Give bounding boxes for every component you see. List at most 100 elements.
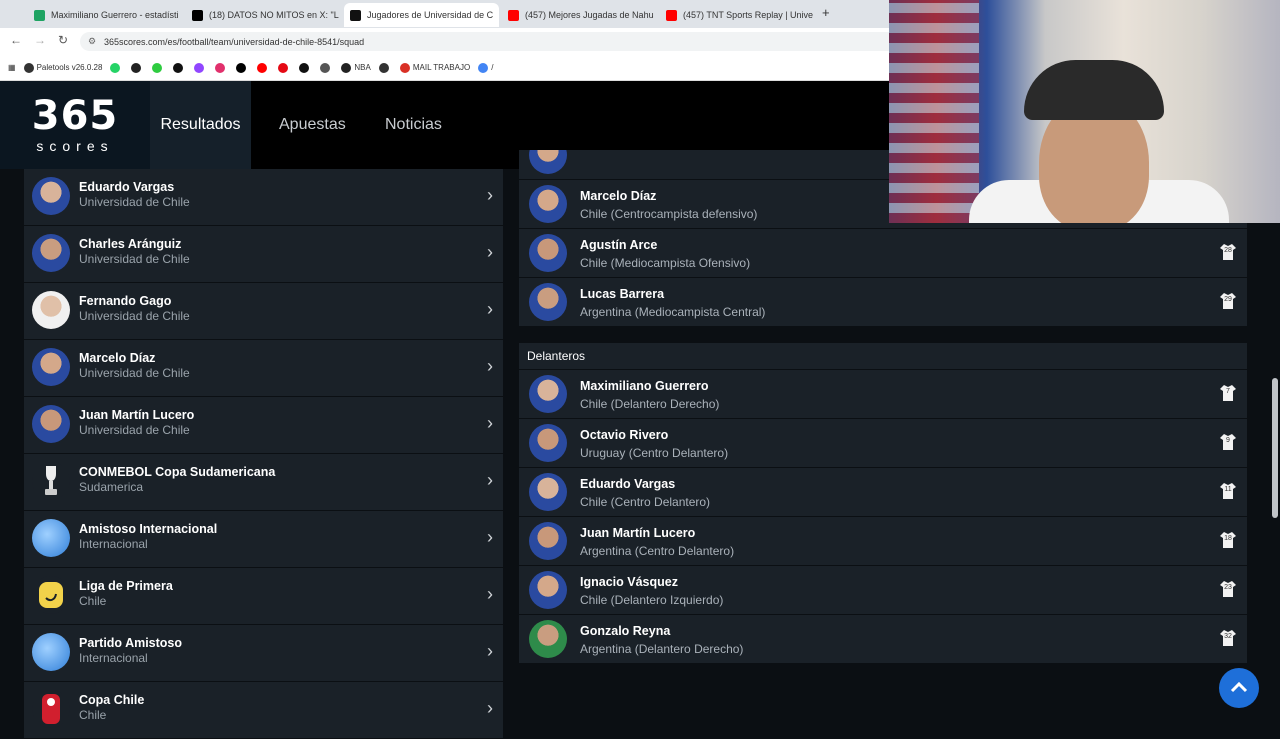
back-icon[interactable]: ← xyxy=(10,33,22,47)
list-item[interactable]: Copa Chile Chile › xyxy=(24,682,503,739)
player-avatar xyxy=(529,150,567,174)
browser-tab[interactable]: Maximiliano Guerrero - estadísti✕ xyxy=(28,3,183,27)
whatsapp-icon[interactable] xyxy=(110,62,123,73)
chevron-right-icon: › xyxy=(487,584,493,604)
bookmark-paletools[interactable]: Paletools v26.0.28 xyxy=(23,62,102,73)
list-item[interactable]: Eduardo Vargas Universidad de Chile › xyxy=(24,169,503,226)
divider xyxy=(519,327,1247,343)
section-title: Delanteros xyxy=(519,343,1247,370)
chevron-right-icon: › xyxy=(487,527,493,547)
shirt-number-icon: 7 xyxy=(1219,384,1237,402)
browser-tab[interactable]: (18) DATOS NO MITOS en X: "L✕ xyxy=(186,3,341,27)
browser-tab[interactable]: (457) TNT Sports Replay | Unive✕ xyxy=(660,3,815,27)
url-input[interactable]: 365scores.com/es/football/team/universid… xyxy=(80,32,900,51)
shirt-number-icon: 23 xyxy=(1219,580,1237,598)
bookmark-icon[interactable] xyxy=(131,62,144,73)
table-row[interactable]: Maximiliano Guerrero Chile (Delantero Der… xyxy=(519,370,1247,419)
copa-chile-icon xyxy=(32,690,70,728)
close-icon[interactable]: ✕ xyxy=(654,10,657,21)
tiktok-icon[interactable] xyxy=(299,62,312,73)
shirt-number-icon: 29 xyxy=(1219,292,1237,310)
youtube-icon xyxy=(666,9,677,21)
player-avatar xyxy=(32,177,70,215)
chevron-right-icon: › xyxy=(487,185,493,205)
chevron-right-icon: › xyxy=(487,299,493,319)
x-icon xyxy=(192,9,203,21)
list-item[interactable]: Charles Aránguiz Universidad de Chile › xyxy=(24,226,503,283)
player-avatar xyxy=(529,522,567,560)
league-icon xyxy=(32,576,70,614)
coach-avatar xyxy=(32,291,70,329)
close-icon[interactable]: ✕ xyxy=(179,10,183,21)
browser-tab[interactable]: (457) Mejores Jugadas de Nahu✕ xyxy=(502,3,657,27)
bookmark-icon[interactable] xyxy=(378,62,392,73)
table-row[interactable]: Agustín Arce Chile (Mediocampista Ofensiv… xyxy=(519,229,1247,278)
list-item[interactable]: CONMEBOL Copa Sudamericana Sudamerica › xyxy=(24,454,503,511)
player-avatar xyxy=(32,405,70,443)
nav-apuestas[interactable]: Apuestas xyxy=(269,81,356,169)
player-avatar xyxy=(529,620,567,658)
wall-decoration xyxy=(889,0,979,223)
youtube-icon[interactable] xyxy=(257,62,270,73)
player-avatar xyxy=(529,571,567,609)
site-info-icon[interactable]: ⚙ xyxy=(88,36,96,47)
browser-tab-active[interactable]: Jugadores de Universidad de C✕ xyxy=(344,3,499,27)
close-icon[interactable]: ✕ xyxy=(493,10,499,21)
player-avatar xyxy=(529,234,567,272)
apps-icon[interactable]: ▦ xyxy=(8,63,16,72)
sheets-icon xyxy=(34,9,45,21)
shirt-number-icon: 32 xyxy=(1219,629,1237,647)
twitch-icon[interactable] xyxy=(194,62,207,73)
new-tab-button[interactable]: + xyxy=(822,5,830,20)
nav-noticias[interactable]: Noticias xyxy=(375,81,452,169)
365scores-icon xyxy=(350,9,361,21)
table-row[interactable]: Lucas Barrera Argentina (Mediocampista Ce… xyxy=(519,278,1247,327)
bookmark-icon[interactable] xyxy=(173,62,186,73)
person-cap xyxy=(1024,60,1164,120)
reload-icon[interactable]: ↻ xyxy=(58,33,68,47)
youtube-icon xyxy=(508,9,519,21)
google-icon[interactable]: / xyxy=(478,62,493,73)
instagram-icon[interactable] xyxy=(215,62,228,73)
close-icon[interactable]: ✕ xyxy=(813,10,815,21)
chevron-right-icon: › xyxy=(487,356,493,376)
list-item[interactable]: Juan Martín Lucero Universidad de Chile › xyxy=(24,397,503,454)
table-row[interactable]: Gonzalo Reyna Argentina (Delantero Derech… xyxy=(519,615,1247,664)
table-row[interactable]: Ignacio Vásquez Chile (Delantero Izquierd… xyxy=(519,566,1247,615)
shirt-number-icon: 9 xyxy=(1219,433,1237,451)
player-avatar xyxy=(32,234,70,272)
x-icon[interactable] xyxy=(236,62,249,73)
bookmark-mail[interactable]: MAIL TRABAJO xyxy=(399,62,470,73)
nav-resultados[interactable]: Resultados xyxy=(150,81,251,169)
scrollbar-thumb[interactable] xyxy=(1272,378,1278,518)
shirt-number-icon: 11 xyxy=(1219,482,1237,500)
list-item[interactable]: Liga de Primera Chile › xyxy=(24,568,503,625)
chevron-right-icon: › xyxy=(487,413,493,433)
bookmark-icon[interactable] xyxy=(152,62,165,73)
list-item[interactable]: Partido Amistoso Internacional › xyxy=(24,625,503,682)
close-icon[interactable]: ✕ xyxy=(339,10,341,21)
list-item[interactable]: Amistoso Internacional Internacional › xyxy=(24,511,503,568)
table-row[interactable]: Octavio Rivero Uruguay (Centro Delantero)… xyxy=(519,419,1247,468)
squad-list: Marcelo Díaz Chile (Centrocampista defens… xyxy=(519,150,1247,664)
player-avatar xyxy=(529,185,567,223)
list-item[interactable]: Fernando Gago Universidad de Chile › xyxy=(24,283,503,340)
player-avatar xyxy=(529,473,567,511)
player-avatar xyxy=(529,375,567,413)
site-logo[interactable]: 365 scores xyxy=(0,81,150,169)
player-avatar xyxy=(529,283,567,321)
trophy-icon xyxy=(32,462,70,500)
netflix-icon[interactable] xyxy=(278,62,291,73)
followed-list: Eduardo Vargas Universidad de Chile › Char… xyxy=(24,169,503,739)
list-item[interactable]: Marcelo Díaz Universidad de Chile › xyxy=(24,340,503,397)
scroll-to-top-button[interactable] xyxy=(1219,668,1259,708)
forward-icon[interactable]: → xyxy=(34,33,46,47)
chevron-right-icon: › xyxy=(487,641,493,661)
globe-icon xyxy=(32,633,70,671)
player-avatar xyxy=(529,424,567,462)
bookmark-icon[interactable] xyxy=(320,62,333,73)
table-row[interactable]: Eduardo Vargas Chile (Centro Delantero) 11 xyxy=(519,468,1247,517)
table-row[interactable]: Juan Martín Lucero Argentina (Centro Dela… xyxy=(519,517,1247,566)
bookmark-nba[interactable]: NBA xyxy=(341,62,371,73)
webcam-overlay xyxy=(889,0,1280,223)
